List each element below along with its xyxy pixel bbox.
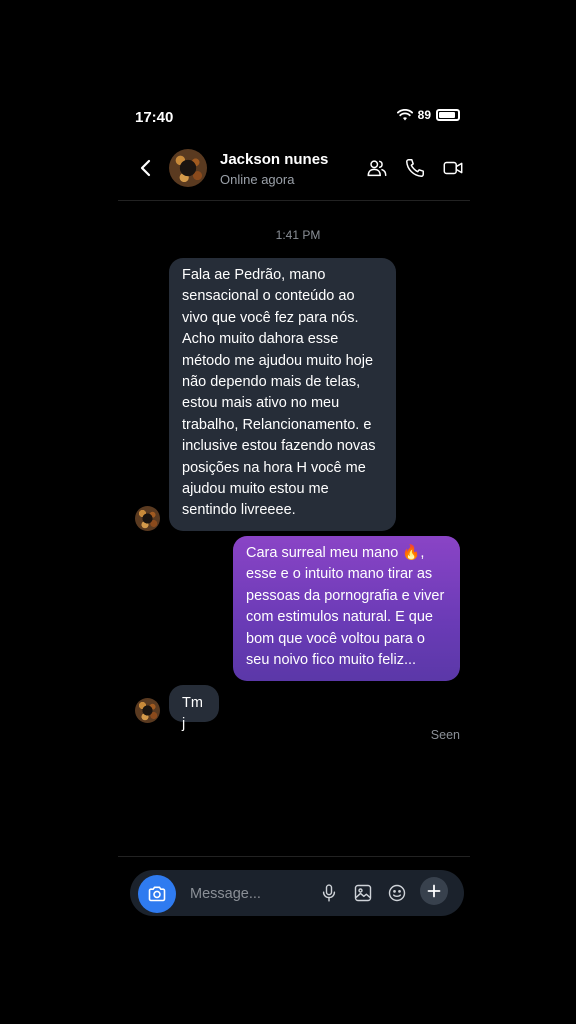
message-bubble-outgoing[interactable]: Cara surreal meu mano 🔥, esse e o intuit… — [233, 536, 460, 681]
contact-avatar[interactable] — [169, 149, 207, 187]
seen-indicator: Seen — [430, 728, 460, 742]
back-icon[interactable] — [136, 158, 156, 178]
chat-header: Jackson nunes Online agora — [118, 140, 470, 201]
status-time: 17:40 — [135, 109, 174, 126]
plus-button[interactable] — [420, 877, 448, 905]
sender-avatar — [135, 506, 160, 531]
chat-screen: 17:40 89 Jackson nunes Online agora 1:41… — [0, 0, 576, 1024]
video-icon[interactable] — [442, 157, 464, 179]
composer-actions — [318, 877, 448, 905]
battery-fill — [439, 112, 456, 118]
message-input[interactable] — [188, 879, 307, 909]
image-button[interactable] — [352, 882, 374, 904]
wifi-icon — [396, 109, 413, 121]
battery-icon — [436, 109, 460, 121]
chat-timestamp: 1:41 PM — [275, 228, 321, 242]
group-icon[interactable] — [366, 157, 388, 179]
message-bubble-incoming[interactable]: Fala ae Pedrão, mano sensacional o conte… — [169, 258, 396, 531]
message-composer — [130, 870, 464, 916]
emoji-button[interactable] — [386, 882, 408, 904]
contact-status: Online agora — [220, 172, 295, 187]
microphone-icon — [322, 883, 336, 902]
emoji-icon — [388, 884, 406, 901]
status-indicators: 89 — [396, 108, 460, 122]
sender-avatar — [135, 698, 160, 723]
battery-percent: 89 — [417, 108, 431, 122]
microphone-button[interactable] — [318, 882, 340, 904]
camera-icon — [148, 886, 166, 902]
image-icon — [354, 884, 372, 901]
message-bubble-incoming[interactable]: Tmj — [169, 685, 219, 732]
status-bar: 17:40 89 — [118, 104, 470, 132]
plus-icon — [427, 884, 441, 898]
composer-divider — [118, 856, 470, 857]
header-actions — [366, 157, 464, 179]
camera-button[interactable] — [138, 875, 176, 913]
contact-name[interactable]: Jackson nunes — [220, 151, 328, 168]
phone-icon[interactable] — [404, 157, 426, 179]
